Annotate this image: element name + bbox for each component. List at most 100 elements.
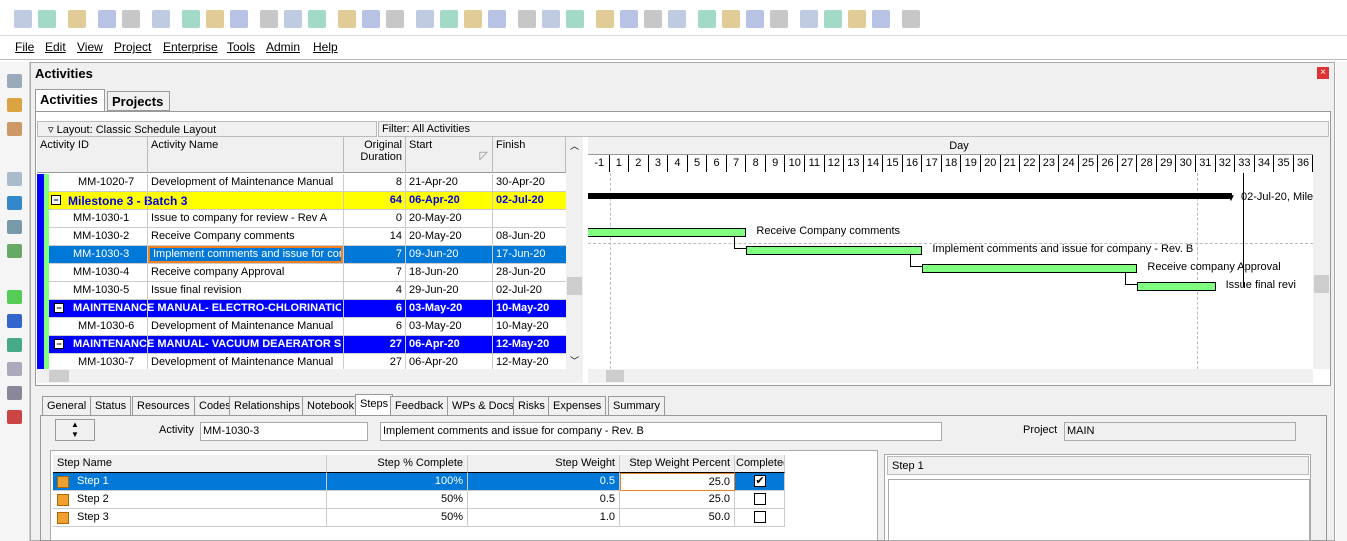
menu-file[interactable]: File bbox=[15, 40, 34, 54]
document-icon[interactable] bbox=[7, 362, 22, 376]
pane-icon[interactable] bbox=[824, 10, 842, 28]
step-weight[interactable]: 0.5 bbox=[468, 491, 620, 509]
link-icon[interactable] bbox=[338, 10, 356, 28]
group-sort-icon[interactable] bbox=[464, 10, 482, 28]
tab-resources[interactable]: Resources bbox=[132, 396, 195, 416]
menu-view[interactable]: View bbox=[77, 40, 103, 54]
tab-notebook[interactable]: Notebook bbox=[302, 396, 360, 416]
user-icon[interactable] bbox=[7, 196, 22, 210]
tab-risks[interactable]: Risks bbox=[513, 396, 550, 416]
edit-icon[interactable] bbox=[7, 122, 22, 136]
org-chart-icon[interactable] bbox=[182, 10, 200, 28]
close-button[interactable]: × bbox=[1317, 67, 1329, 79]
step-description-area[interactable] bbox=[888, 479, 1310, 541]
menu-tools[interactable]: Tools bbox=[227, 40, 255, 54]
tab-wps-docs[interactable]: WPs & Docs bbox=[447, 396, 519, 416]
table-row[interactable]: MM-1020-7 Development of Maintenance Man… bbox=[37, 174, 566, 192]
step-pct[interactable]: 100% bbox=[327, 473, 468, 491]
project-icon[interactable] bbox=[206, 10, 224, 28]
diamond-icon[interactable] bbox=[800, 10, 818, 28]
activity-bar[interactable] bbox=[588, 228, 747, 237]
step-weight-percent[interactable]: 50.0 bbox=[620, 509, 735, 527]
completed-checkbox[interactable]: ✔ bbox=[754, 475, 766, 487]
zoom-out-icon[interactable] bbox=[722, 10, 740, 28]
zoom-fit-icon[interactable] bbox=[746, 10, 764, 28]
activity-bar[interactable] bbox=[746, 246, 923, 255]
collapse-icon[interactable]: − bbox=[51, 195, 61, 205]
activity-network-icon[interactable] bbox=[152, 10, 170, 28]
report-icon[interactable] bbox=[7, 220, 22, 234]
table-row[interactable]: − MAINTENANCE MANUAL- VACUUM DEAERATOR S… bbox=[37, 336, 566, 354]
menu-admin[interactable]: Admin bbox=[266, 40, 300, 54]
completed-checkbox[interactable] bbox=[754, 511, 766, 523]
gantt-vscrollbar[interactable] bbox=[1313, 137, 1330, 369]
step-row[interactable]: Step 2 bbox=[53, 491, 327, 509]
summarize-icon[interactable] bbox=[668, 10, 686, 28]
tab-general[interactable]: General bbox=[42, 396, 92, 416]
table-row[interactable]: MM-1030-6 Development of Maintenance Man… bbox=[37, 318, 566, 336]
table-icon[interactable] bbox=[68, 10, 86, 28]
gantt-hscrollbar[interactable] bbox=[588, 369, 1313, 383]
table-vscrollbar[interactable]: ︿ ﹀ bbox=[566, 137, 583, 369]
col-start[interactable]: Start ◸ bbox=[406, 137, 493, 173]
table-row[interactable]: MM-1030-2 Receive Company comments 14 20… bbox=[37, 228, 566, 246]
step-col-header[interactable]: Step Name bbox=[53, 455, 327, 473]
tab-relationships[interactable]: Relationships bbox=[229, 396, 306, 416]
table-row[interactable]: − MAINTENANCE MANUAL- ELECTRO-CHLORINATI… bbox=[37, 300, 566, 318]
tutorial-icon[interactable] bbox=[902, 10, 920, 28]
col-finish[interactable]: Finish bbox=[493, 137, 566, 173]
step-pct[interactable]: 50% bbox=[327, 509, 468, 527]
wbs-icon[interactable] bbox=[230, 10, 248, 28]
wbs-icon[interactable] bbox=[7, 314, 22, 328]
filter-label[interactable]: Filter: All Activities bbox=[378, 121, 1329, 137]
up-arrow-icon[interactable]: ▲ bbox=[56, 420, 94, 430]
tab-summary[interactable]: Summary bbox=[608, 396, 666, 416]
baseline-icon[interactable] bbox=[620, 10, 638, 28]
step-weight-percent[interactable]: 25.0 bbox=[620, 473, 735, 491]
table-row[interactable]: MM-1030-1 Issue to company for review - … bbox=[37, 210, 566, 228]
print-icon[interactable] bbox=[14, 10, 32, 28]
steps-icon[interactable] bbox=[644, 10, 662, 28]
completed-checkbox[interactable] bbox=[754, 493, 766, 505]
user-icon[interactable] bbox=[308, 10, 326, 28]
activity-bar[interactable] bbox=[1137, 282, 1216, 291]
collapse-icon[interactable]: − bbox=[54, 339, 64, 349]
tab-activities[interactable]: Activities bbox=[35, 89, 105, 111]
step-col-header[interactable]: Step Weight Percent bbox=[620, 455, 735, 473]
menu-enterprise[interactable]: Enterprise bbox=[163, 40, 218, 54]
col-activity-name[interactable]: Activity Name bbox=[148, 137, 344, 173]
columns-icon[interactable] bbox=[386, 10, 404, 28]
gantt-icon[interactable] bbox=[98, 10, 116, 28]
step-col-header[interactable]: Completed bbox=[735, 455, 785, 473]
tab-projects[interactable]: Projects bbox=[107, 91, 170, 111]
risk-icon[interactable] bbox=[7, 410, 22, 424]
portfolio-icon[interactable] bbox=[7, 172, 22, 186]
step-weight-percent[interactable]: 25.0 bbox=[620, 491, 735, 509]
folder-icon[interactable] bbox=[7, 98, 22, 112]
menu-help[interactable]: Help bbox=[313, 40, 338, 54]
progress-icon[interactable] bbox=[596, 10, 614, 28]
collapse-icon[interactable]: − bbox=[54, 303, 64, 313]
print-preview-icon[interactable] bbox=[38, 10, 56, 28]
menu-project[interactable]: Project bbox=[114, 40, 151, 54]
comment-icon[interactable] bbox=[848, 10, 866, 28]
activity-name[interactable]: Implement comments and issue for com bbox=[148, 246, 343, 263]
tab-feedback[interactable]: Feedback bbox=[390, 396, 449, 416]
split-icon[interactable] bbox=[770, 10, 788, 28]
activity-name-field[interactable]: Implement comments and issue for company… bbox=[380, 422, 942, 441]
help-icon[interactable] bbox=[872, 10, 890, 28]
number-icon[interactable] bbox=[488, 10, 506, 28]
schedule-icon[interactable] bbox=[542, 10, 560, 28]
trace-logic-icon[interactable] bbox=[122, 10, 140, 28]
calculator-icon[interactable] bbox=[7, 386, 22, 400]
activity-bar[interactable] bbox=[922, 264, 1138, 273]
summary-bar[interactable] bbox=[588, 193, 1232, 199]
col-duration[interactable]: Original Duration bbox=[344, 137, 406, 173]
resources-icon[interactable] bbox=[7, 338, 22, 352]
layout-dropdown[interactable]: ▿ Layout: Classic Schedule Layout bbox=[37, 121, 377, 137]
col-activity-id[interactable]: Activity ID bbox=[37, 137, 148, 173]
tab-expenses[interactable]: Expenses bbox=[548, 396, 607, 416]
table-row[interactable]: − Milestone 3 - Batch 3 64 06-Apr-20 02-… bbox=[37, 192, 566, 210]
down-arrow-icon[interactable]: ▼ bbox=[56, 430, 94, 440]
table-row[interactable]: MM-1030-4 Receive company Approval 7 18-… bbox=[37, 264, 566, 282]
